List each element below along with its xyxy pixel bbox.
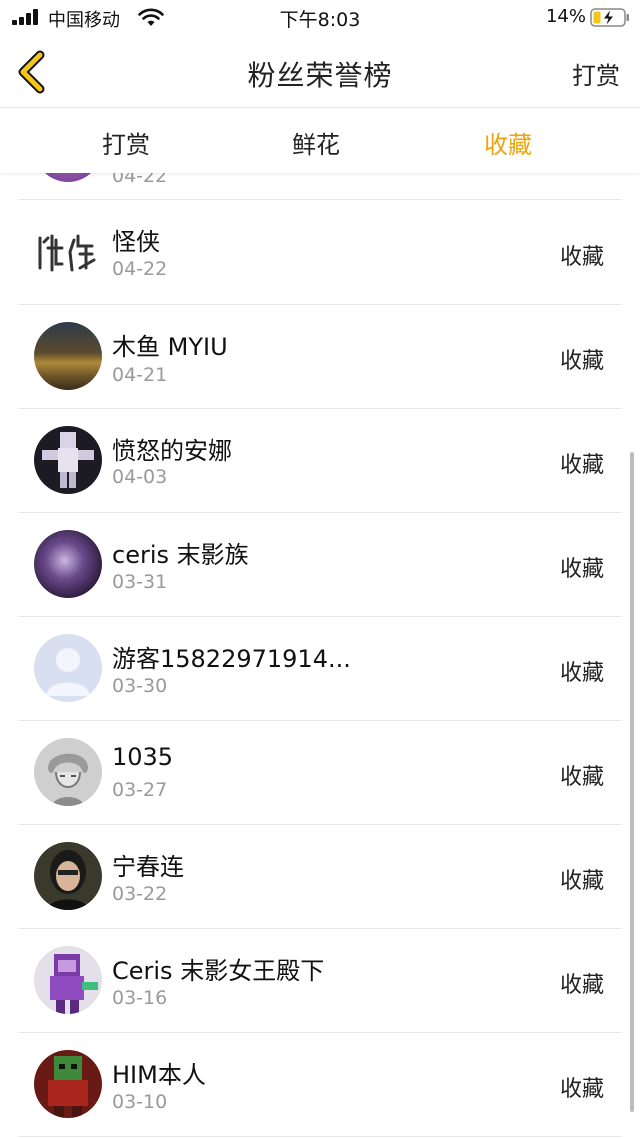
item-name: 愤怒的安娜 [112, 437, 232, 465]
item-name: 宁春连 [112, 853, 184, 881]
list-item[interactable]: 木鱼 MYIU 04-21 收藏 [18, 305, 622, 409]
list-item[interactable]: ceris 末影族 03-31 收藏 [18, 513, 622, 617]
avatar [34, 322, 102, 390]
scrollbar[interactable] [630, 452, 634, 1112]
status-time: 下午8:03 [279, 9, 361, 31]
list-item[interactable]: HIM本人 03-10 收藏 [18, 1033, 622, 1137]
list-item[interactable]: 1035 03-27 收藏 [18, 721, 622, 825]
item-date: 04-22 [112, 258, 168, 280]
avatar [34, 173, 102, 182]
fans-list: 04-22 怪侠 04-22 收藏 木鱼 MYIU 04-21 收藏 愤怒的安娜… [0, 173, 640, 1139]
tab-reward[interactable]: 打赏 [102, 125, 150, 160]
item-name: HIM本人 [112, 1061, 206, 1089]
item-action: 收藏 [559, 661, 604, 686]
tab-favorites[interactable]: 收藏 [484, 125, 532, 160]
page-title: 粉丝荣誉榜 [247, 59, 393, 92]
item-date: 04-03 [112, 466, 168, 488]
item-date: 03-31 [112, 571, 168, 593]
avatar [34, 218, 102, 286]
item-name: 怪侠 [112, 228, 160, 256]
item-action: 收藏 [559, 453, 604, 478]
item-action: 收藏 [559, 869, 604, 894]
item-name: 游客15822971914... [112, 645, 351, 673]
tab-flowers[interactable]: 鲜花 [292, 125, 340, 160]
navigation-bar: 粉丝荣誉榜 打赏 [0, 36, 640, 108]
item-name: 木鱼 MYIU [112, 333, 228, 361]
list-item[interactable]: 游客15822971914... 03-30 收藏 [18, 617, 622, 721]
avatar [34, 738, 102, 806]
item-action: 收藏 [559, 245, 604, 270]
default-user-avatar-icon [34, 634, 102, 702]
item-action: 收藏 [559, 973, 604, 998]
item-date: 03-22 [112, 883, 168, 905]
avatar [34, 1050, 102, 1118]
list-item[interactable]: 宁春连 03-22 收藏 [18, 825, 622, 929]
avatar [34, 946, 102, 1014]
list-item[interactable]: Ceris 末影女王殿下 03-16 收藏 [18, 929, 622, 1033]
list-item[interactable]: 愤怒的安娜 04-03 收藏 [18, 409, 622, 513]
list-item[interactable]: 怪侠 04-22 收藏 [18, 200, 622, 305]
status-bar: 中国移动 下午8:03 14% [0, 0, 640, 36]
item-action: 收藏 [559, 765, 604, 790]
avatar [34, 426, 102, 494]
item-name: Ceris 末影女王殿下 [112, 957, 325, 985]
item-name: ceris 末影族 [112, 541, 249, 569]
item-date: 03-16 [112, 987, 168, 1009]
list-item[interactable]: 04-22 [18, 173, 622, 200]
item-action: 收藏 [559, 557, 604, 582]
item-date: 04-21 [112, 364, 168, 386]
avatar [34, 842, 102, 910]
item-date: 03-10 [112, 1091, 168, 1113]
item-name: 1035 [112, 743, 174, 771]
battery-percent: 14% [545, 6, 586, 27]
tab-bar: 打赏 鲜花 收藏 [0, 109, 640, 173]
item-date: 04-22 [112, 173, 168, 187]
item-date: 03-30 [112, 675, 168, 697]
item-date: 03-27 [112, 779, 168, 801]
battery-charging-icon [590, 8, 629, 27]
item-action: 收藏 [559, 349, 604, 374]
avatar [34, 530, 102, 598]
item-action: 收藏 [559, 1077, 604, 1102]
reward-nav-button[interactable]: 打赏 [572, 56, 620, 91]
